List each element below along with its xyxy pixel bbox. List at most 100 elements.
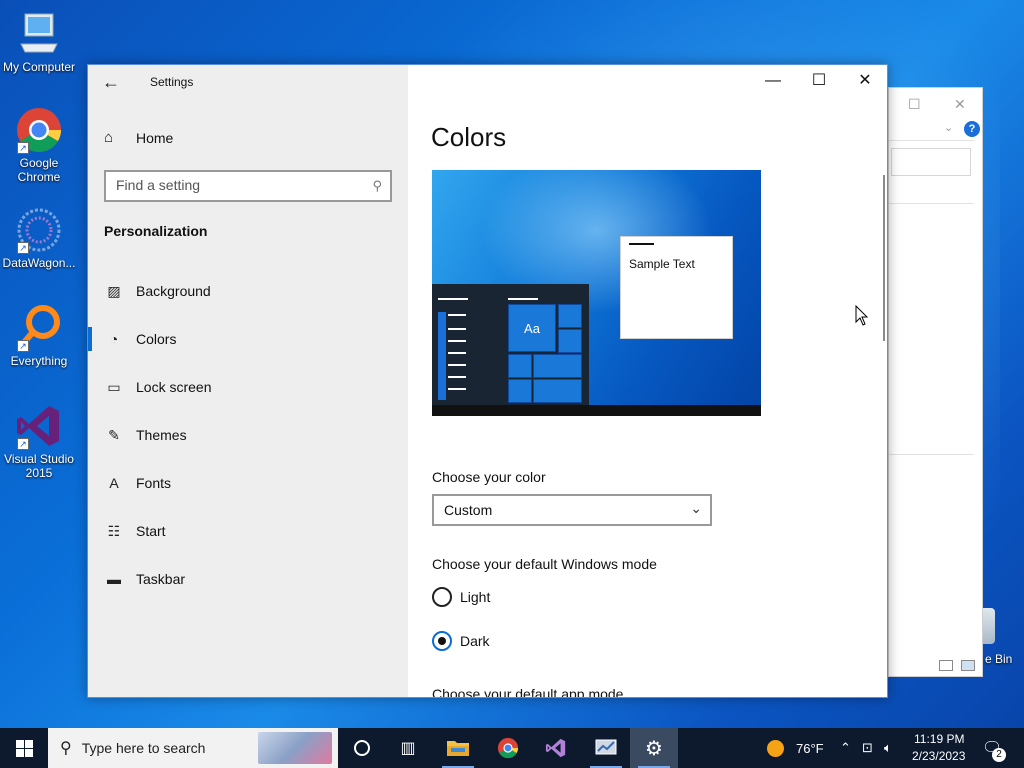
close-icon[interactable]: ✕ — [954, 96, 966, 113]
sidebar-item-home[interactable]: ⌂ Home — [104, 129, 173, 146]
chevron-down-icon: ⌄ — [690, 500, 702, 516]
chevron-down-icon[interactable]: ⌄ — [944, 121, 953, 134]
recycle-bin-icon[interactable] — [983, 608, 995, 644]
sidebar-item-taskbar[interactable]: ▬ Taskbar — [88, 555, 408, 603]
shortcut-arrow-icon: ↗ — [17, 340, 29, 352]
maximize-icon[interactable]: ☐ — [908, 96, 921, 113]
app-taskbar-button[interactable] — [582, 728, 630, 768]
sidebar-item-colors[interactable]: ◔ Colors — [88, 315, 408, 363]
sidebar-item-label: Colors — [136, 331, 177, 347]
help-icon[interactable]: ? — [964, 121, 980, 137]
preview-tile — [558, 329, 582, 353]
chrome-taskbar-button[interactable] — [484, 728, 532, 768]
windows-mode-label: Choose your default Windows mode — [432, 556, 657, 572]
image-icon: ▨ — [107, 282, 121, 299]
color-preview: Aa Sample Text — [432, 170, 761, 416]
desktop-icon-label: My Computer — [2, 60, 76, 74]
choose-color-dropdown[interactable]: Custom ⌄ — [432, 494, 712, 526]
settings-taskbar-button[interactable]: ⚙ — [630, 728, 678, 768]
settings-window[interactable]: ← Settings ⌂ Home Find a setting ⚲ Perso… — [87, 64, 888, 698]
preview-line — [448, 376, 466, 378]
address-field[interactable] — [891, 148, 971, 176]
radio-button-selected-icon[interactable] — [432, 631, 452, 651]
network-icon[interactable]: ⊡ — [862, 740, 873, 756]
page-title: Colors — [431, 122, 507, 152]
preview-tile — [508, 379, 532, 403]
radio-dark[interactable]: Dark — [432, 631, 490, 651]
preview-line — [448, 388, 466, 390]
shortcut-arrow-icon: ↗ — [17, 142, 29, 154]
preview-app-list — [438, 312, 446, 400]
radio-light[interactable]: Light — [432, 587, 490, 607]
sidebar-item-lock-screen[interactable]: ▭ Lock screen — [88, 363, 408, 411]
clock-date[interactable]: 2/23/2023 — [912, 749, 965, 763]
sidebar-item-label: Lock screen — [136, 379, 212, 395]
everything-icon: ↗ — [15, 304, 63, 352]
computer-icon — [15, 10, 63, 58]
find-setting-input[interactable]: Find a setting ⚲ — [104, 170, 392, 202]
preview-tile — [533, 354, 582, 378]
start-button[interactable] — [0, 728, 48, 768]
dropdown-value: Custom — [444, 502, 493, 518]
sidebar-item-label: Fonts — [136, 475, 172, 491]
palette-icon: ◔ — [109, 331, 119, 347]
sidebar-item-start[interactable]: ☷ Start — [88, 507, 408, 555]
themes-icon: ✎ — [108, 426, 120, 443]
settings-sidebar: ← Settings ⌂ Home Find a setting ⚲ Perso… — [88, 65, 408, 697]
section-title: Personalization — [104, 223, 208, 239]
preview-sample-window: Sample Text — [620, 236, 733, 339]
clock-time[interactable]: 11:19 PM — [914, 732, 964, 746]
radio-button-icon[interactable] — [432, 587, 452, 607]
chrome-icon — [497, 737, 519, 759]
taskbar-search-box[interactable]: ⚲ Type here to search — [48, 728, 338, 768]
shortcut-arrow-icon: ↗ — [17, 242, 29, 254]
chart-app-icon — [595, 739, 617, 755]
large-icons-view-icon[interactable] — [961, 660, 975, 671]
preview-line — [448, 364, 466, 366]
start-icon: ☷ — [107, 522, 121, 539]
details-view-icon[interactable] — [939, 660, 953, 671]
divider — [889, 454, 974, 455]
desktop-icon-datawagon[interactable]: ↗ DataWagon... — [0, 206, 78, 270]
preview-line — [448, 328, 466, 330]
weather-icon[interactable] — [767, 740, 784, 757]
fonts-icon: A — [109, 475, 119, 491]
gear-icon: ⚙ — [645, 737, 663, 760]
app-mode-label: Choose your default app mode — [432, 686, 624, 697]
preview-line — [448, 340, 466, 342]
volume-icon[interactable]: 🔈︎ — [884, 740, 892, 756]
cortana-button[interactable] — [338, 728, 386, 768]
preview-tile — [533, 379, 582, 403]
show-hidden-icons-chevron-icon[interactable]: ⌃ — [840, 740, 851, 756]
scrollbar[interactable] — [883, 175, 885, 341]
desktop-icon-visual-studio[interactable]: ↗ Visual Studio 2015 — [0, 402, 78, 480]
desktop-icon-label: DataWagon... — [2, 256, 76, 270]
sidebar-item-label: Themes — [136, 427, 187, 443]
sidebar-item-themes[interactable]: ✎ Themes — [88, 411, 408, 459]
desktop-icon-everything[interactable]: ↗ Everything — [0, 304, 78, 368]
maximize-button[interactable]: ☐ — [796, 71, 842, 91]
settings-main-pane: — ☐ ✕ Colors Aa Sample Text Choose your … — [408, 65, 887, 697]
background-explorer-window[interactable]: ☐ ✕ ⌄ ? — [888, 87, 983, 677]
desktop-icon-my-computer[interactable]: My Computer — [0, 10, 78, 74]
back-arrow-icon[interactable]: ← — [102, 73, 124, 93]
minimize-button[interactable]: — — [750, 71, 796, 91]
search-icon: ⚲ — [60, 740, 72, 757]
task-view-button[interactable]: ▥ — [384, 728, 432, 768]
close-button[interactable]: ✕ — [842, 71, 887, 91]
file-explorer-taskbar-button[interactable] — [434, 728, 482, 768]
weather-temperature[interactable]: 76°F — [796, 741, 824, 756]
sidebar-item-label: Taskbar — [136, 571, 186, 587]
windows-logo-icon — [15, 739, 33, 757]
preview-tile — [558, 304, 582, 328]
mouse-cursor-icon — [855, 305, 869, 326]
desktop-icon-google-chrome[interactable]: ↗ Google Chrome — [0, 106, 78, 184]
desktop-icon-label: Google Chrome — [17, 156, 61, 184]
sidebar-item-label: Background — [136, 283, 211, 299]
sidebar-item-fonts[interactable]: A Fonts — [88, 459, 408, 507]
sidebar-item-background[interactable]: ▨ Background — [88, 267, 408, 315]
radio-label: Light — [460, 589, 491, 605]
chrome-icon: ↗ — [15, 106, 63, 154]
preview-line — [448, 314, 466, 316]
visual-studio-taskbar-button[interactable] — [532, 728, 580, 768]
